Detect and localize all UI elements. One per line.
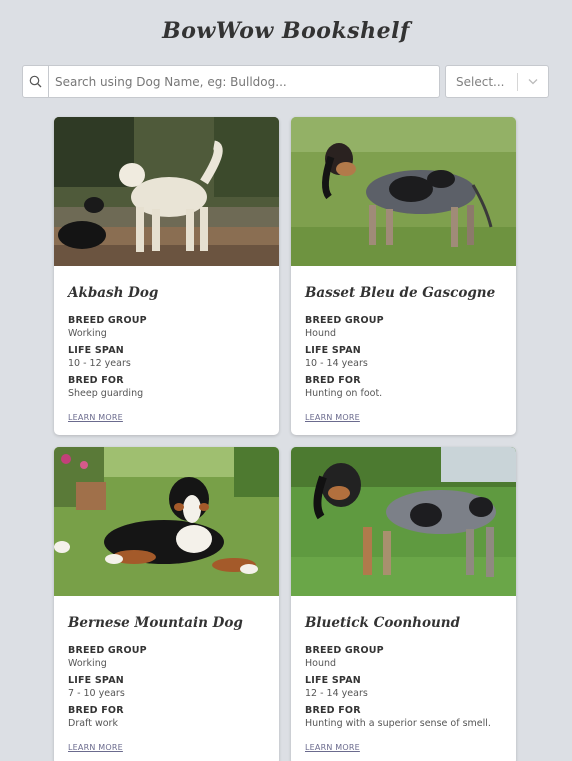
dog-name: Akbash Dog <box>68 285 159 301</box>
bred-for-label: BRED FOR <box>68 705 124 716</box>
life-span-value: 10 - 12 years <box>68 358 131 369</box>
dog-name: Bluetick Coonhound <box>305 615 461 631</box>
dog-card: Bernese Mountain Dog BREED GROUP Working… <box>54 447 279 761</box>
breed-group-value: Hound <box>305 328 337 339</box>
breed-group-value: Working <box>68 658 107 669</box>
bred-for-value: Draft work <box>68 718 118 729</box>
dog-name: Bernese Mountain Dog <box>68 615 243 631</box>
life-span-label: LIFE SPAN <box>305 345 361 356</box>
breed-group-label: BREED GROUP <box>68 315 147 326</box>
search-input[interactable] <box>49 66 439 97</box>
life-span-label: LIFE SPAN <box>68 675 124 686</box>
dog-card: Basset Bleu de Gascogne BREED GROUP Houn… <box>291 117 516 435</box>
dog-image <box>291 117 516 266</box>
search-box <box>22 65 440 98</box>
bred-for-value: Hunting with a superior sense of smell. <box>305 718 491 729</box>
dog-name: Basset Bleu de Gascogne <box>305 285 496 301</box>
dog-image <box>291 447 516 596</box>
breed-group-label: BREED GROUP <box>305 315 384 326</box>
breed-select[interactable]: Select... <box>445 65 549 98</box>
bred-for-label: BRED FOR <box>305 705 361 716</box>
dog-image <box>54 117 279 266</box>
bred-for-value: Hunting on foot. <box>305 388 383 399</box>
bred-for-label: BRED FOR <box>68 375 124 386</box>
life-span-value: 7 - 10 years <box>68 688 125 699</box>
learn-more-link[interactable]: LEARN MORE <box>305 413 360 422</box>
app-title: BowWow Bookshelf <box>162 18 410 44</box>
learn-more-link[interactable]: LEARN MORE <box>68 413 123 422</box>
life-span-label: LIFE SPAN <box>305 675 361 686</box>
dog-image <box>54 447 279 596</box>
bred-for-value: Sheep guarding <box>68 388 144 399</box>
life-span-label: LIFE SPAN <box>68 345 124 356</box>
breed-group-value: Hound <box>305 658 337 669</box>
select-value: Select... <box>456 74 505 89</box>
learn-more-link[interactable]: LEARN MORE <box>305 743 360 752</box>
breed-group-label: BREED GROUP <box>68 645 147 656</box>
search-icon <box>23 66 49 97</box>
dog-card: Akbash Dog BREED GROUP Working LIFE SPAN… <box>54 117 279 435</box>
life-span-value: 10 - 14 years <box>305 358 368 369</box>
bred-for-label: BRED FOR <box>305 375 361 386</box>
chevron-down-icon[interactable] <box>518 66 548 97</box>
breed-group-value: Working <box>68 328 107 339</box>
learn-more-link[interactable]: LEARN MORE <box>68 743 123 752</box>
breed-group-label: BREED GROUP <box>305 645 384 656</box>
life-span-value: 12 - 14 years <box>305 688 368 699</box>
dog-card: Bluetick Coonhound BREED GROUP Hound LIF… <box>291 447 516 761</box>
